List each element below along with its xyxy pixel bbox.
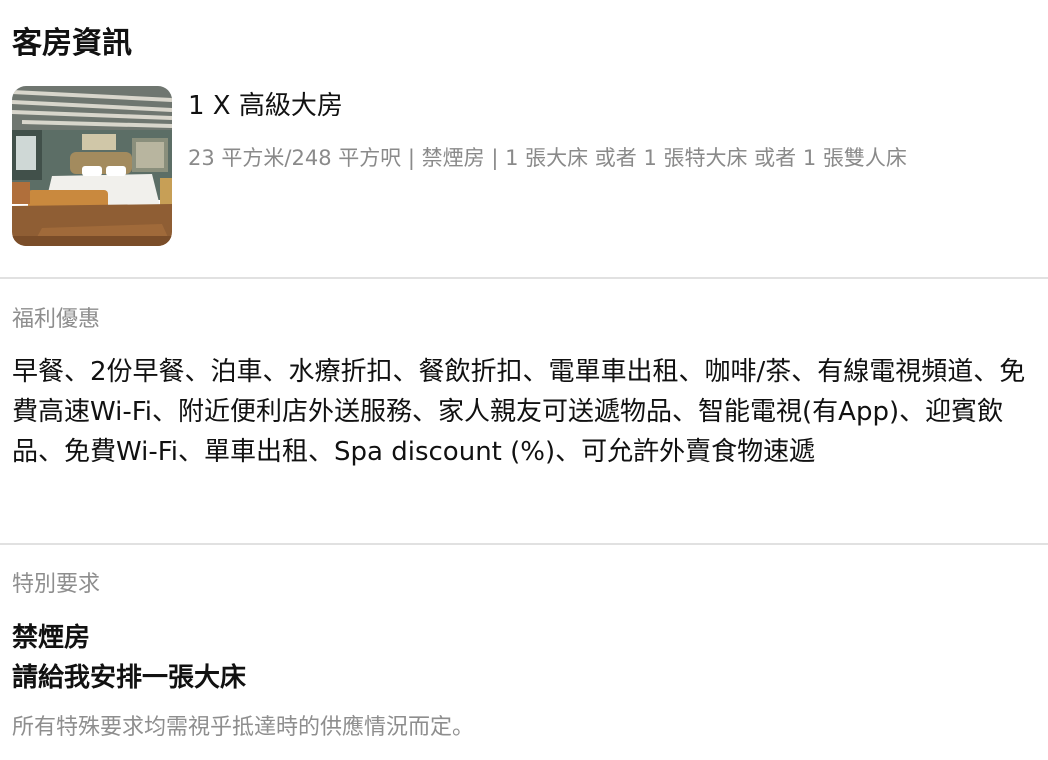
room-name: 1 X 高級大房 xyxy=(188,91,343,121)
divider xyxy=(0,277,1048,279)
divider xyxy=(0,543,1048,545)
special-requests-note: 所有特殊要求均需視乎抵達時的供應情況而定。 xyxy=(12,715,475,740)
room-info-title: 客房資訊 xyxy=(12,26,132,61)
special-request-item: 請給我安排一張大床 xyxy=(12,663,247,693)
special-request-item: 禁煙房 xyxy=(12,623,91,653)
special-requests-label: 特別要求 xyxy=(12,572,101,597)
room-details: 23 平方米/248 平方呎 | 禁煙房 | 1 張大床 或者 1 張特大床 或… xyxy=(188,146,907,170)
benefits-text: 早餐、2份早餐、泊車、水療折扣、餐飲折扣、電單車出租、咖啡/茶、有線電視頻道、免… xyxy=(12,357,1026,467)
room-photo[interactable] xyxy=(12,86,172,246)
benefits-label: 福利優惠 xyxy=(12,307,101,332)
